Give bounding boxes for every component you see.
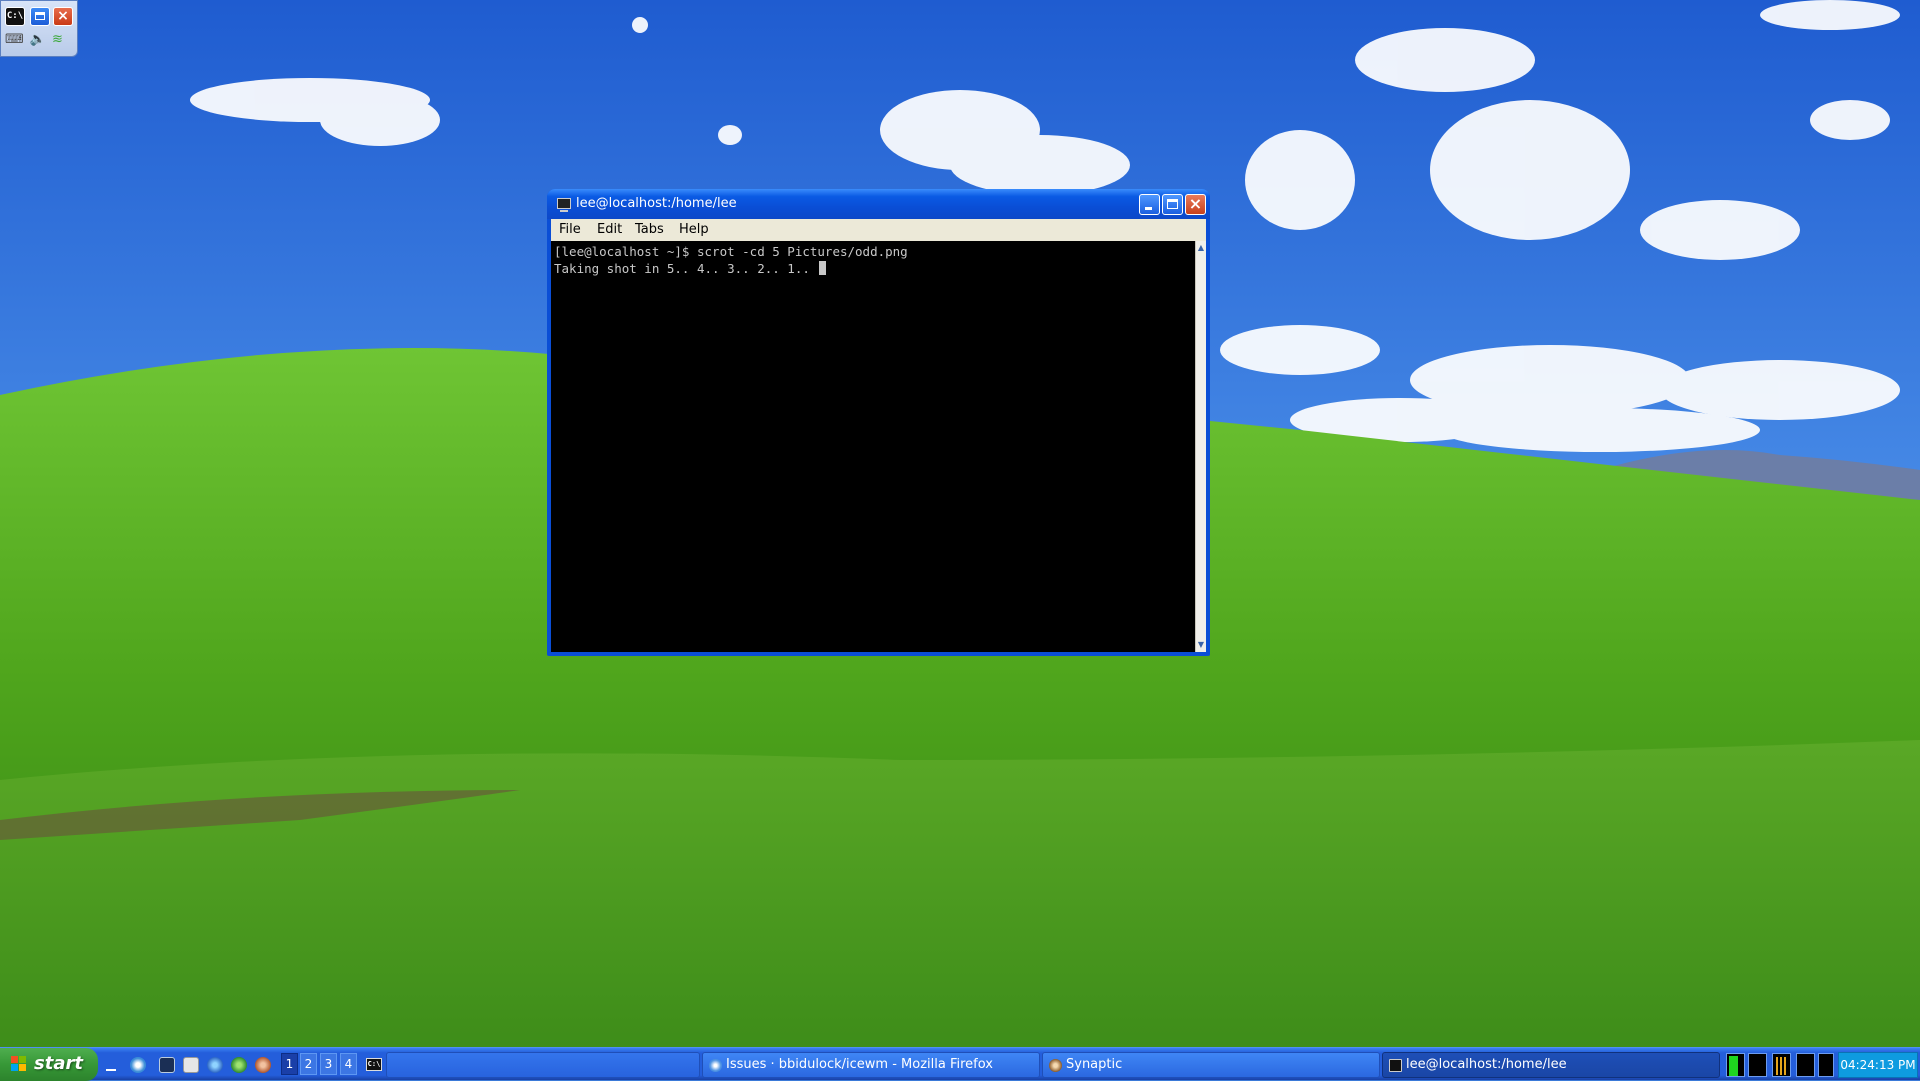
cpu-monitor-icon[interactable] — [1726, 1053, 1745, 1077]
menu-bar: File Edit Tabs Help — [551, 219, 1206, 241]
terminal-app-icon — [557, 198, 571, 212]
maximize-button[interactable] — [1162, 194, 1183, 215]
keyboard-icon[interactable]: ⌨ — [5, 32, 30, 47]
terminal-launcher-icon[interactable] — [159, 1057, 175, 1073]
menu-edit[interactable]: Edit — [597, 222, 622, 237]
terminal-output[interactable]: [lee@localhost ~]$ scrot -cd 5 Pictures/… — [551, 241, 1195, 652]
memory-monitor-icon[interactable] — [1748, 1053, 1767, 1077]
network-monitor-icon[interactable] — [1772, 1053, 1791, 1077]
firefox-icon — [709, 1059, 722, 1072]
menu-help[interactable]: Help — [679, 222, 709, 237]
io-monitor-icon[interactable] — [1818, 1053, 1834, 1077]
task-terminal[interactable]: lee@localhost:/home/lee — [1382, 1052, 1720, 1078]
windows-flag-icon — [11, 1056, 27, 1072]
workspace-2-button[interactable]: 2 — [300, 1053, 317, 1075]
workspace-3-button[interactable]: 3 — [320, 1053, 337, 1075]
workspace-1-button[interactable]: 1 — [281, 1053, 298, 1075]
task-label: Synaptic — [1066, 1057, 1123, 1072]
taskbar-clock[interactable]: 04:24:13 PM — [1838, 1052, 1918, 1078]
minimize-button[interactable] — [1139, 194, 1160, 215]
menu-tabs[interactable]: Tabs — [635, 222, 664, 237]
terminal-line: Taking shot in 5.. 4.. 3.. 2.. 1.. — [554, 261, 827, 276]
terminal-window: lee@localhost:/home/lee × File Edit Tabs… — [547, 189, 1210, 656]
task-firefox[interactable]: Issues · bbidulock/icewm - Mozilla Firef… — [702, 1052, 1040, 1078]
show-desktop-icon[interactable] — [104, 1057, 120, 1073]
terminal-icon[interactable]: C:\ — [5, 7, 25, 26]
start-button[interactable]: start — [0, 1048, 98, 1081]
scroll-down-arrow-icon[interactable]: ▼ — [1196, 638, 1206, 652]
web-globe-icon[interactable] — [207, 1057, 223, 1073]
terminal-line-text: Taking shot in 5.. 4.. 3.. 2.. 1.. — [554, 261, 818, 276]
menu-file[interactable]: File — [559, 222, 581, 237]
system-monitor-tray — [1726, 1052, 1836, 1078]
close-icon[interactable]: × — [53, 7, 73, 26]
terminal-line: [lee@localhost ~]$ scrot -cd 5 Pictures/… — [554, 244, 908, 259]
browser-icon[interactable] — [130, 1057, 146, 1073]
terminal-icon — [1389, 1059, 1402, 1072]
start-label: start — [34, 1053, 83, 1074]
mini-tray-widget: C:\ × ⌨🔈≋ — [0, 0, 78, 57]
window-title: lee@localhost:/home/lee — [576, 196, 737, 211]
task-label: lee@localhost:/home/lee — [1406, 1057, 1567, 1072]
scroll-up-arrow-icon[interactable]: ▲ — [1196, 241, 1206, 255]
synaptic-icon — [1049, 1059, 1062, 1072]
window-titlebar[interactable]: lee@localhost:/home/lee × — [547, 189, 1210, 219]
close-button[interactable]: × — [1185, 194, 1206, 215]
maximize-icon[interactable] — [30, 7, 50, 26]
workspace-4-button[interactable]: 4 — [340, 1053, 357, 1075]
xterm-icon[interactable] — [231, 1057, 247, 1073]
taskbar-empty-slot — [386, 1052, 700, 1078]
vertical-scrollbar[interactable]: ▲ ▼ — [1195, 241, 1206, 652]
mail-icon[interactable] — [183, 1057, 199, 1073]
text-cursor — [819, 261, 827, 275]
task-synaptic[interactable]: Synaptic — [1042, 1052, 1380, 1078]
speaker-icon[interactable]: 🔈 — [30, 32, 52, 47]
tray-status-icons: ⌨🔈≋ — [5, 32, 69, 47]
package-manager-icon[interactable] — [255, 1057, 271, 1073]
terminal-tray-icon[interactable]: C:\ — [366, 1058, 382, 1071]
disk-monitor-icon[interactable] — [1796, 1053, 1815, 1077]
taskbar: start 1 2 3 4 C:\ Issues · bbidulock/ice… — [0, 1047, 1920, 1081]
wifi-icon[interactable]: ≋ — [52, 32, 69, 47]
task-label: Issues · bbidulock/icewm - Mozilla Firef… — [726, 1057, 993, 1072]
